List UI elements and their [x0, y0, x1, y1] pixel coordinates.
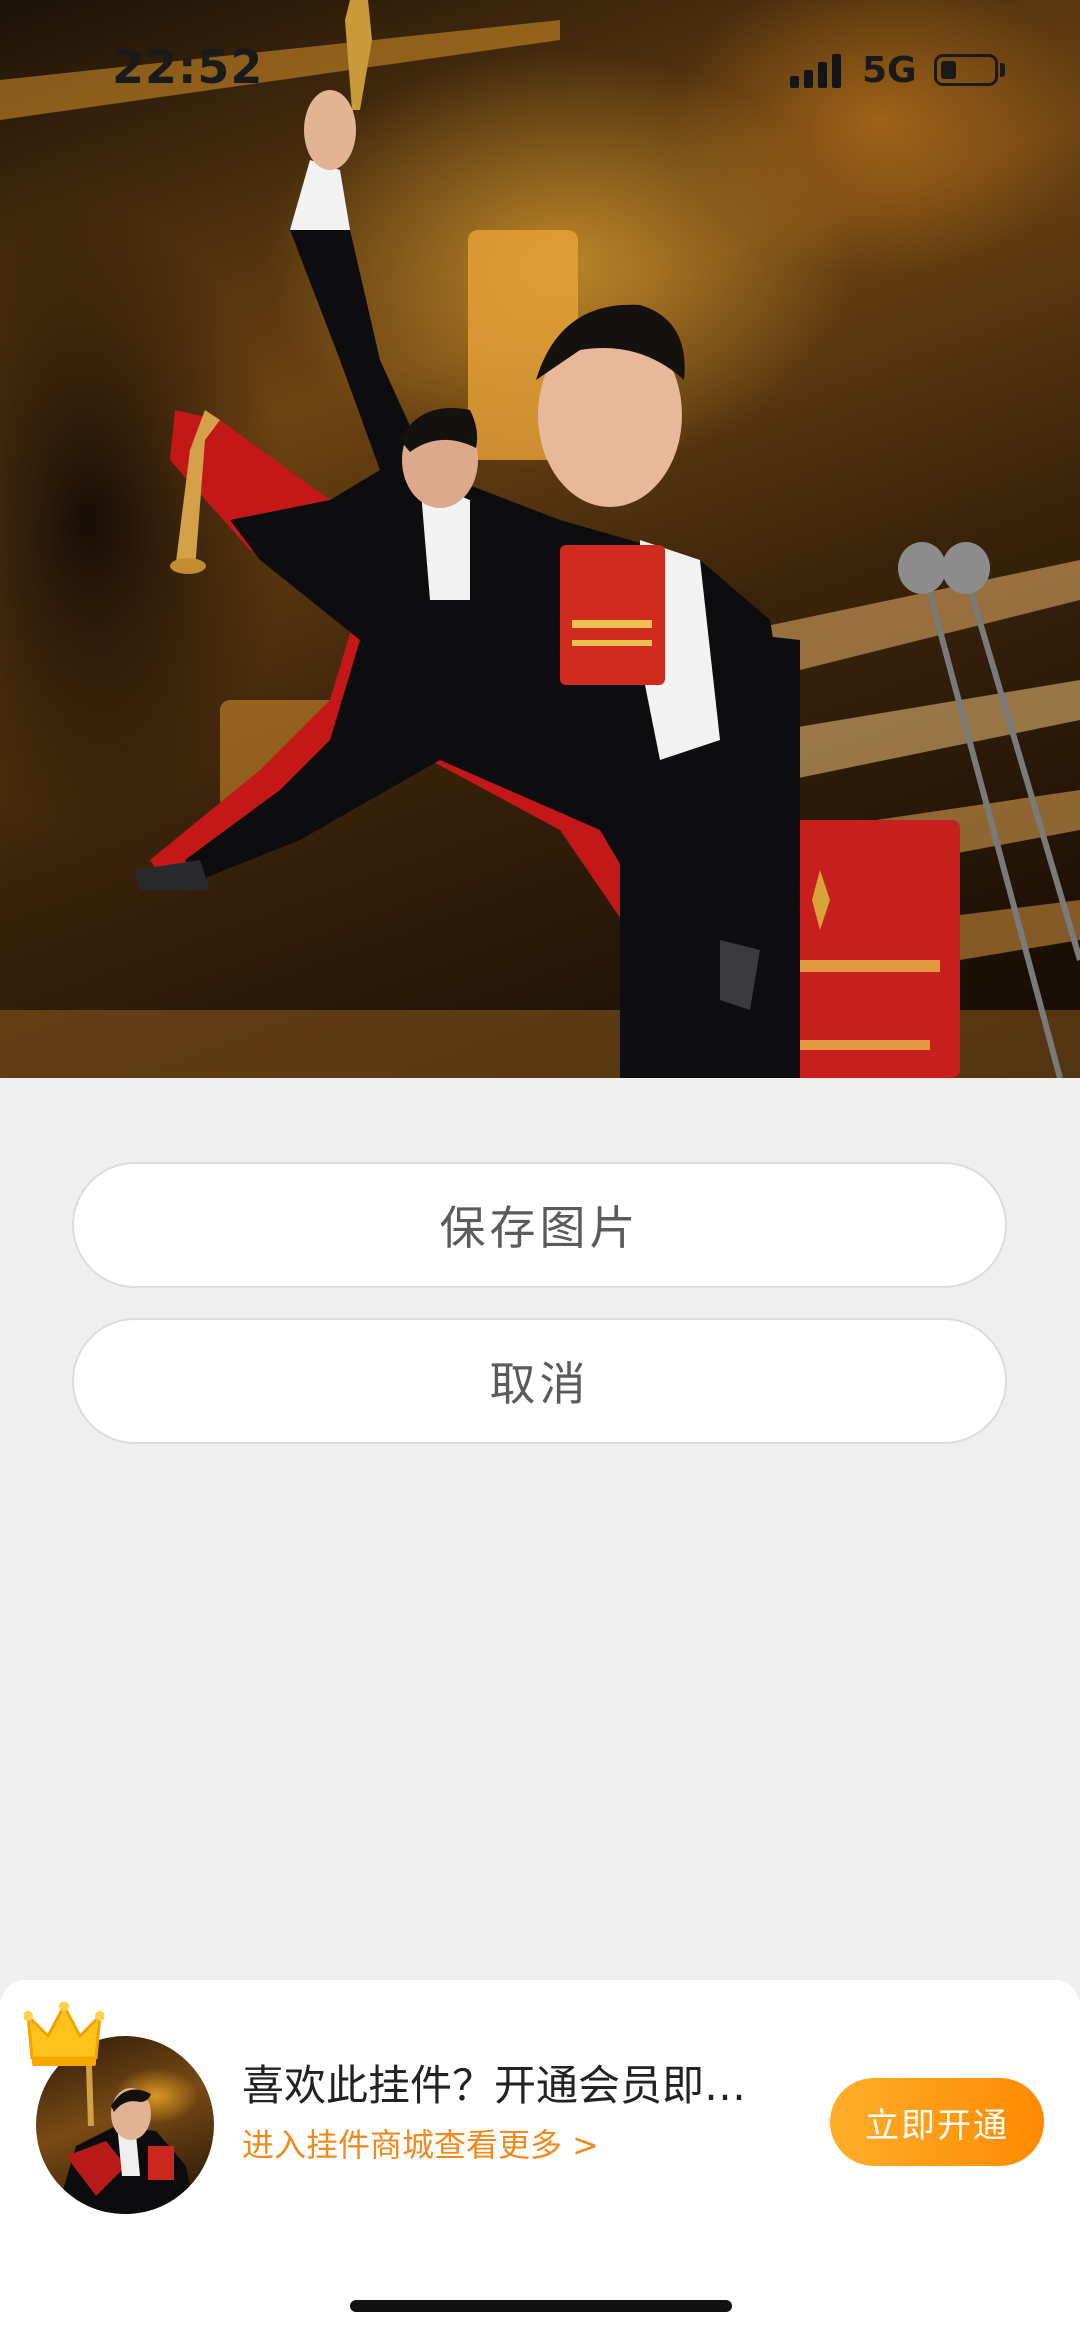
pendant-store-link[interactable]: 进入挂件商城查看更多 > — [242, 2120, 599, 2166]
pendant-promo-sheet: 喜欢此挂件？开通会员即… 进入挂件商城查看更多 > 立即开通 — [0, 1980, 1080, 2337]
battery-level — [941, 61, 956, 79]
photo-illustration — [0, 0, 1080, 1078]
save-image-button[interactable]: 保存图片 — [72, 1162, 1007, 1288]
image-preview[interactable]: 22:52 5G — [0, 0, 1080, 1078]
signal-icon — [790, 54, 846, 88]
activate-membership-button[interactable]: 立即开通 — [830, 2078, 1044, 2166]
network-type: 5G — [862, 50, 917, 91]
avatar-with-pendant[interactable] — [24, 2002, 214, 2214]
crown-icon — [24, 2002, 104, 2066]
status-time: 22:52 — [112, 40, 264, 94]
battery-icon — [934, 54, 998, 86]
status-bar: 22:52 5G — [0, 0, 1080, 140]
screen: 22:52 5G 保存图片 取消 喜欢此挂件？开通会员即… 进入挂件商城查看更多… — [0, 0, 1080, 2337]
home-indicator[interactable] — [350, 2300, 732, 2312]
cancel-button[interactable]: 取消 — [72, 1318, 1007, 1444]
promo-title: 喜欢此挂件？开通会员即… — [242, 2061, 747, 2110]
battery-tip — [1000, 63, 1005, 77]
